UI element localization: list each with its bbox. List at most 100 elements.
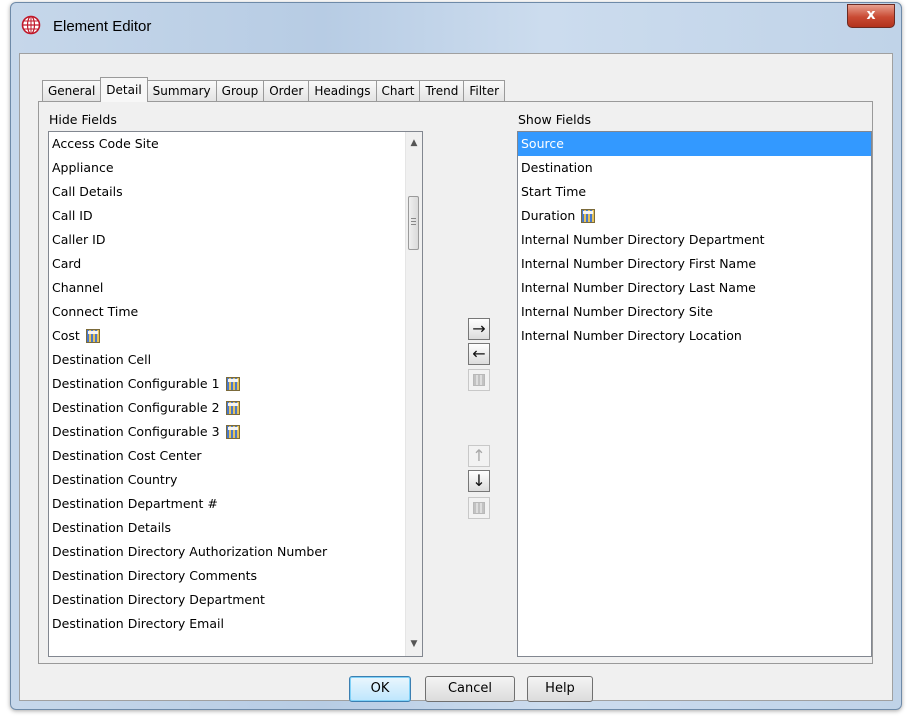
- list-item[interactable]: Internal Number Directory Site: [518, 300, 871, 324]
- list-item[interactable]: Destination Configurable 1: [49, 372, 422, 396]
- list-item[interactable]: Destination Directory Comments: [49, 564, 422, 588]
- list-item-label: Destination Configurable 2: [52, 400, 220, 415]
- list-item[interactable]: Card: [49, 252, 422, 276]
- hide-fields-scrollbar[interactable]: ▲ ▼: [405, 132, 422, 656]
- list-item[interactable]: Destination Details: [49, 516, 422, 540]
- list-item-label: Destination Directory Email: [52, 616, 224, 631]
- arrow-left-icon: ←: [472, 344, 486, 363]
- list-item-label: Channel: [52, 280, 104, 295]
- field-properties-icon[interactable]: [225, 401, 240, 415]
- cancel-button[interactable]: Cancel: [425, 676, 515, 702]
- field-properties-icon: [473, 374, 485, 386]
- field-properties-icon[interactable]: [225, 425, 240, 439]
- list-item-label: Internal Number Directory Last Name: [521, 280, 756, 295]
- field-properties-button[interactable]: [468, 369, 490, 391]
- list-item-label: Call Details: [52, 184, 123, 199]
- tab-headings[interactable]: Headings: [308, 80, 377, 102]
- list-item[interactable]: Access Code Site: [49, 132, 422, 156]
- list-item[interactable]: Internal Number Directory First Name: [518, 252, 871, 276]
- field-properties-button-2[interactable]: [468, 497, 490, 519]
- scroll-down-arrow-icon[interactable]: ▼: [406, 636, 422, 653]
- list-item-label: Destination Directory Department: [52, 592, 265, 607]
- list-item[interactable]: Destination Country: [49, 468, 422, 492]
- list-item-label: Destination Country: [52, 472, 178, 487]
- list-item[interactable]: Internal Number Directory Department: [518, 228, 871, 252]
- list-item-label: Appliance: [52, 160, 114, 175]
- list-item-label: Start Time: [521, 184, 587, 199]
- list-item-label: Destination Cost Center: [52, 448, 202, 463]
- list-item[interactable]: Internal Number Directory Last Name: [518, 276, 871, 300]
- list-item-label: Destination Directory Comments: [52, 568, 258, 583]
- list-item-label: Destination Directory Authorization Numb…: [52, 544, 328, 559]
- close-button[interactable]: x: [847, 4, 895, 28]
- list-item-label: Destination Configurable 1: [52, 376, 220, 391]
- list-item[interactable]: Duration: [518, 204, 871, 228]
- tab-group[interactable]: Group: [215, 80, 265, 102]
- list-item[interactable]: Destination Configurable 2: [49, 396, 422, 420]
- ok-button[interactable]: OK: [349, 676, 411, 702]
- list-item-label: Internal Number Directory Department: [521, 232, 765, 247]
- arrow-down-icon: ↓: [472, 471, 486, 490]
- element-editor-window: Element Editor x General Detail Summary …: [10, 2, 902, 710]
- field-properties-icon[interactable]: [581, 209, 596, 223]
- tab-chart[interactable]: Chart: [375, 80, 421, 102]
- list-item-label: Duration: [521, 208, 576, 223]
- help-button[interactable]: Help: [527, 676, 593, 702]
- list-item[interactable]: Destination Cell: [49, 348, 422, 372]
- list-item[interactable]: Channel: [49, 276, 422, 300]
- remove-field-button[interactable]: ←: [468, 343, 490, 365]
- list-item-label: Access Code Site: [52, 136, 159, 151]
- list-item[interactable]: Appliance: [49, 156, 422, 180]
- tab-order[interactable]: Order: [263, 80, 310, 102]
- list-item-label: Source: [521, 136, 564, 151]
- list-item-label: Internal Number Directory Site: [521, 304, 713, 319]
- move-down-button[interactable]: ↓: [468, 470, 490, 492]
- field-properties-icon: [473, 502, 485, 514]
- list-item[interactable]: Internal Number Directory Location: [518, 324, 871, 348]
- list-item[interactable]: Call ID: [49, 204, 422, 228]
- detail-tab-panel: Hide Fields Access Code Site Appliance Cal…: [38, 101, 873, 664]
- scroll-thumb[interactable]: [408, 196, 419, 250]
- arrow-up-icon: ↑: [472, 446, 486, 465]
- tab-filter[interactable]: Filter: [463, 80, 506, 102]
- list-item[interactable]: Caller ID: [49, 228, 422, 252]
- list-item[interactable]: Source: [518, 132, 871, 156]
- hide-fields-list[interactable]: Access Code Site Appliance Call Details Cal…: [48, 131, 423, 657]
- list-item-label: Destination Cell: [52, 352, 152, 367]
- list-item[interactable]: Destination: [518, 156, 871, 180]
- list-item[interactable]: Destination Configurable 3: [49, 420, 422, 444]
- list-item-label: Cost: [52, 328, 80, 343]
- list-item[interactable]: Connect Time: [49, 300, 422, 324]
- tab-summary[interactable]: Summary: [146, 80, 217, 102]
- hide-fields-items: Access Code Site Appliance Call Details Cal…: [49, 132, 422, 636]
- list-item-label: Destination Department #: [52, 496, 218, 511]
- list-item[interactable]: Destination Directory Department: [49, 588, 422, 612]
- list-item[interactable]: Cost: [49, 324, 422, 348]
- list-item[interactable]: Call Details: [49, 180, 422, 204]
- list-item[interactable]: Destination Cost Center: [49, 444, 422, 468]
- add-field-button[interactable]: →: [468, 318, 490, 340]
- dialog-client-area: General Detail Summary Group Order Headi…: [19, 53, 893, 702]
- grip-icon: [411, 218, 416, 226]
- title-bar[interactable]: Element Editor x: [11, 3, 901, 53]
- show-fields-list[interactable]: Source Destination Start Time Duration Inter…: [517, 131, 872, 657]
- scroll-up-arrow-icon[interactable]: ▲: [406, 135, 422, 152]
- list-item-label: Destination Configurable 3: [52, 424, 220, 439]
- tab-trend[interactable]: Trend: [419, 80, 465, 102]
- list-item[interactable]: Start Time: [518, 180, 871, 204]
- show-fields-header: Show Fields: [518, 112, 592, 127]
- window-title: Element Editor: [53, 18, 152, 35]
- tab-detail[interactable]: Detail: [100, 77, 148, 102]
- list-item[interactable]: Destination Department #: [49, 492, 422, 516]
- list-item[interactable]: Destination Directory Email: [49, 612, 422, 636]
- field-properties-icon[interactable]: [225, 377, 240, 391]
- list-item-label: Destination: [521, 160, 593, 175]
- list-item-label: Caller ID: [52, 232, 106, 247]
- list-item-label: Connect Time: [52, 304, 139, 319]
- list-item[interactable]: Destination Directory Authorization Numb…: [49, 540, 422, 564]
- list-item-label: Internal Number Directory First Name: [521, 256, 757, 271]
- tab-general[interactable]: General: [42, 80, 102, 102]
- move-up-button[interactable]: ↑: [468, 445, 490, 467]
- field-properties-icon[interactable]: [85, 329, 100, 343]
- list-item-label: Destination Details: [52, 520, 172, 535]
